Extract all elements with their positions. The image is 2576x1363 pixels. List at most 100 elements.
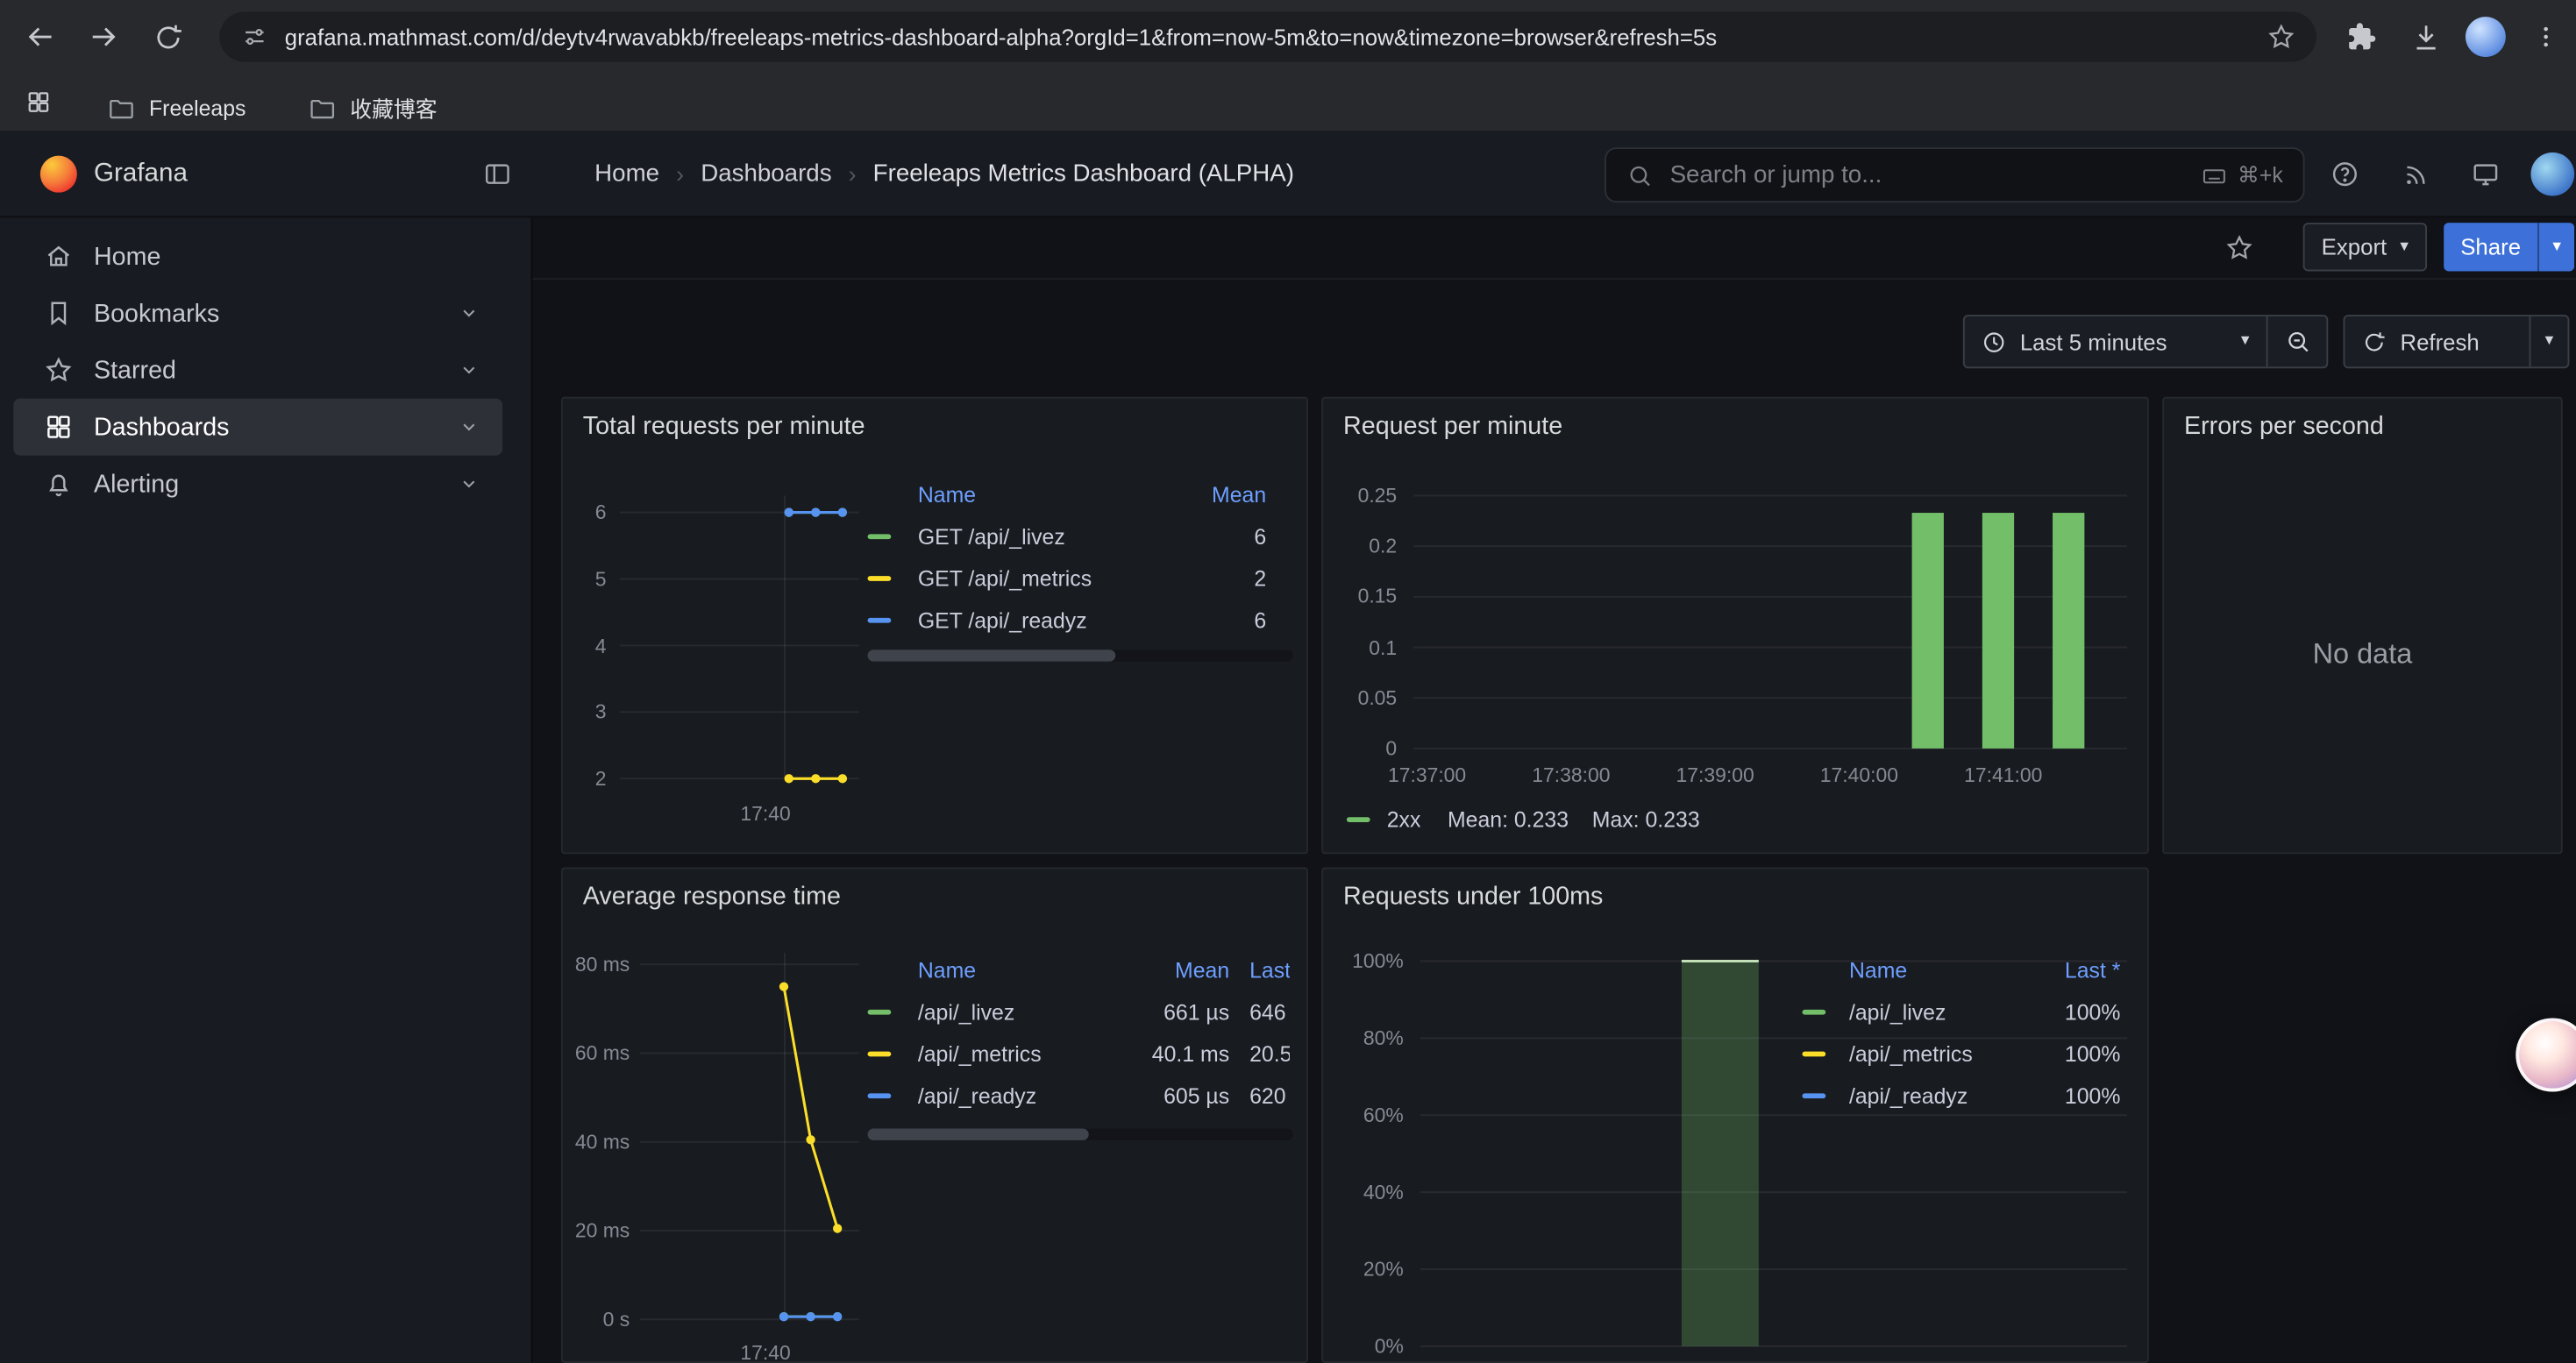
y-axis-tick: 5	[563, 565, 607, 593]
bre adcrumb-dashboards[interactable]: Dashboards	[701, 160, 831, 188]
news-button[interactable]	[2392, 151, 2438, 197]
legend-scrollbar[interactable]	[868, 1129, 1293, 1140]
favorite-dashboard-button[interactable]	[2219, 228, 2259, 268]
extensions-button[interactable]	[2338, 13, 2385, 60]
legend-col-mean[interactable]: Mean	[1109, 957, 1230, 983]
refresh-button[interactable]: Refresh	[2345, 316, 2529, 366]
floating-assistant-avatar[interactable]	[2516, 1018, 2576, 1091]
apps-grid-button[interactable]	[17, 81, 60, 124]
share-button[interactable]: Share	[2444, 223, 2537, 271]
panel-errors-per-second: Errors per second No data	[2162, 397, 2563, 855]
y-axis-tick: 0 s	[563, 1306, 630, 1333]
zoom-out-button[interactable]	[2268, 316, 2327, 366]
y-axis-tick: 100%	[1323, 948, 1404, 975]
panel-title[interactable]: Errors per second	[2184, 412, 2384, 440]
sidebar-item-alerting[interactable]: Alerting	[13, 456, 502, 513]
sidebar-toggle-button[interactable]	[474, 151, 521, 197]
legend-scrollbar[interactable]	[868, 650, 1293, 661]
sidebar-item-bookmarks[interactable]: Bookmarks	[13, 285, 502, 342]
legend-col-name[interactable]: Name	[918, 481, 1199, 507]
bookmark-freeleaps[interactable]: Freeleaps	[107, 84, 246, 131]
scrollbar-thumb[interactable]	[868, 1129, 1089, 1140]
legend-row[interactable]: /api/_readyz 100%	[1802, 1075, 2120, 1117]
browser-menu-button[interactable]	[2523, 13, 2569, 60]
series-color-dash	[868, 1009, 892, 1015]
y-axis-tick: 0.15	[1323, 584, 1397, 611]
y-axis-tick: 80%	[1323, 1025, 1404, 1052]
breadcrumb-separator: ›	[849, 160, 857, 188]
share-menu-button[interactable]: ▾	[2537, 223, 2574, 271]
series-name[interactable]: 2xx	[1387, 807, 1421, 833]
chevron-down-icon[interactable]	[459, 417, 479, 437]
y-axis-tick: 0%	[1323, 1333, 1404, 1360]
user-avatar[interactable]	[2530, 153, 2574, 196]
star-outline-icon	[2224, 233, 2254, 263]
series-mean: 661 µs	[1109, 999, 1230, 1025]
bookmark-blog-folder[interactable]: 收藏博客	[308, 84, 437, 131]
grafana-logo[interactable]	[40, 156, 77, 193]
legend-row[interactable]: /api/_readyz 605 µs 620 µs	[868, 1075, 1290, 1117]
export-button[interactable]: Export ▾	[2303, 223, 2427, 271]
display-button[interactable]	[2462, 151, 2508, 197]
legend-row[interactable]: /api/_metrics 100%	[1802, 1033, 2120, 1075]
no-data-message: No data	[2164, 638, 2561, 671]
sidebar-item-label: Starred	[94, 356, 176, 384]
legend-row[interactable]: /api/_livez 100%	[1802, 991, 2120, 1033]
keyboard-icon	[2201, 161, 2228, 188]
forward-button[interactable]	[81, 13, 127, 60]
y-axis-tick: 40 ms	[563, 1129, 630, 1156]
legend-row[interactable]: GET /api/_metrics 2	[868, 557, 1267, 600]
x-axis-tick: 17:40	[715, 800, 816, 827]
refresh-interval-button[interactable]: ▾	[2530, 316, 2567, 366]
chevron-down-icon[interactable]	[459, 303, 479, 323]
reload-button[interactable]	[144, 13, 190, 60]
series-name: /api/_metrics	[1849, 1041, 2040, 1067]
browser-profile-avatar[interactable]	[2466, 17, 2506, 57]
y-axis-tick: 3	[563, 699, 607, 726]
legend-col-name[interactable]: Name	[1849, 957, 2040, 983]
scrollbar-thumb[interactable]	[868, 650, 1116, 661]
back-button[interactable]	[17, 13, 63, 60]
search-shortcut: ⌘+k	[2238, 161, 2283, 188]
screen: grafana.mathmast.com/d/deytv4rwavabkb/fr…	[0, 0, 2576, 1363]
legend-header: Name Mean Last	[868, 948, 1290, 991]
y-axis-tick: 0.1	[1323, 634, 1397, 661]
legend-row[interactable]: /api/_livez 661 µs 646 µs	[868, 991, 1290, 1033]
series-name: /api/_livez	[1849, 999, 2040, 1025]
series-color-dash	[1802, 1051, 1825, 1057]
bookmark-star-icon[interactable]	[2266, 22, 2296, 52]
downloads-button[interactable]	[2402, 13, 2448, 60]
series-color-dash	[868, 576, 892, 582]
legend-col-mean[interactable]: Mean	[1199, 481, 1266, 507]
panel-left-icon	[482, 159, 512, 188]
search-box[interactable]: ⌘+k	[1605, 147, 2305, 202]
chevron-down-icon: ▾	[2241, 333, 2250, 350]
y-axis-tick: 4	[563, 632, 607, 659]
breadcrumb-home[interactable]: Home	[594, 160, 659, 188]
series-name: /api/_readyz	[918, 1083, 1109, 1109]
legend-row[interactable]: GET /api/_livez 6	[868, 515, 1267, 557]
sidebar-item-starred[interactable]: Starred	[13, 342, 502, 399]
sidebar-item-home[interactable]: Home	[13, 228, 502, 285]
site-info-icon[interactable]	[241, 24, 268, 51]
help-button[interactable]	[2322, 151, 2368, 197]
legend-col-last[interactable]: Last *	[2040, 957, 2121, 983]
series-last: 646 µs	[1249, 999, 1290, 1025]
url-bar[interactable]: grafana.mathmast.com/d/deytv4rwavabkb/fr…	[219, 11, 2316, 61]
legend-row[interactable]: GET /api/_readyz 6	[868, 600, 1267, 642]
series-name: GET /api/_livez	[918, 524, 1199, 550]
legend-row[interactable]: /api/_metrics 40.1 ms 20.5 ms	[868, 1033, 1290, 1075]
legend-col-last[interactable]: Last	[1249, 957, 1290, 983]
sidebar-item-dashboards[interactable]: Dashboards	[13, 399, 502, 456]
x-axis-tick: 17:39:00	[1662, 762, 1768, 789]
help-icon	[2330, 159, 2359, 188]
reload-icon	[152, 21, 183, 53]
url-text[interactable]: grafana.mathmast.com/d/deytv4rwavabkb/fr…	[285, 25, 2266, 50]
search-input[interactable]	[1667, 160, 2201, 189]
series-color-dash	[868, 534, 892, 540]
time-range-picker[interactable]: Last 5 minutes ▾	[1965, 316, 2266, 366]
chevron-down-icon[interactable]	[459, 474, 479, 494]
x-axis-tick: 17:41:00	[1950, 762, 2057, 789]
legend-col-name[interactable]: Name	[918, 957, 1109, 983]
chevron-down-icon[interactable]	[459, 360, 479, 380]
